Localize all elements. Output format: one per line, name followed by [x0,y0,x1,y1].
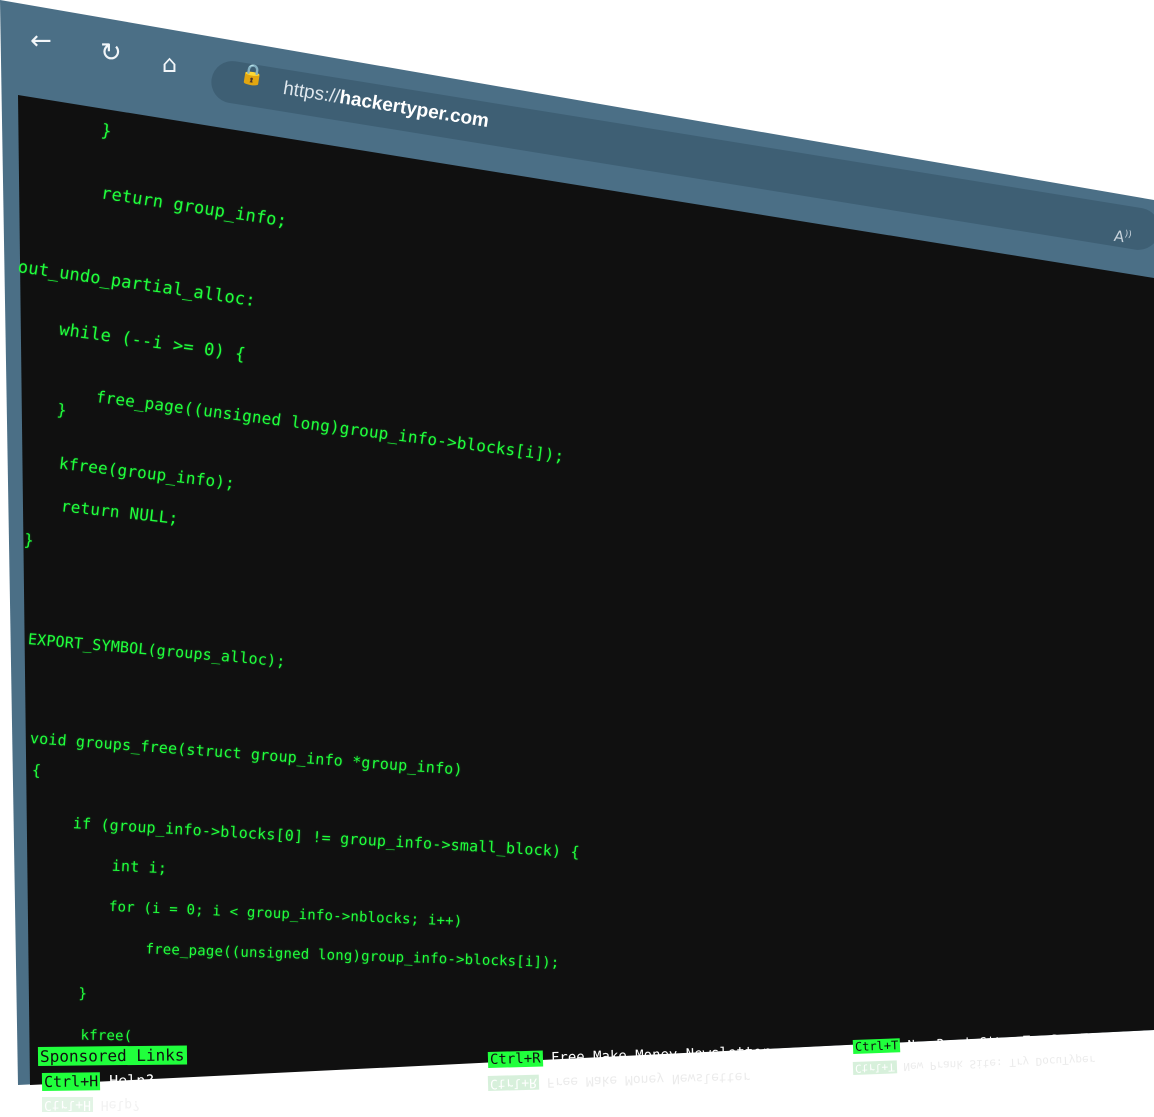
prank-key-reflection: Ctrl+T [852,1060,897,1075]
refresh-icon[interactable]: ↻ [100,40,122,66]
help-label-reflection: Help? [100,1097,140,1112]
help-reflection: Ctrl+H Help? [42,1097,140,1112]
prank-label-reflection: New Prank Site: Try DocuTyper [903,1052,1096,1074]
screenshot-stage: ← ↻ ⌂ 🔒 https://hackertyper.com A)) } re… [0,0,1154,1117]
help-key-reflection: Ctrl+H [42,1097,93,1112]
help-label[interactable]: Help? [109,1071,154,1090]
code-line: } [23,530,35,550]
back-arrow-icon[interactable]: ← [30,28,52,54]
newsletter-reflection: Ctrl+R Free Make Money Newsletter [487,1068,751,1091]
newsletter-key-badge: Ctrl+R [487,1050,543,1068]
sponsored-links-label[interactable]: Sponsored Links [37,1045,187,1066]
lock-icon[interactable]: 🔒 [238,60,266,88]
newsletter-key-reflection: Ctrl+R [487,1074,540,1091]
help-shortcut[interactable]: Ctrl+H Help? [41,1071,154,1091]
code-line: } [43,985,88,1003]
read-aloud-icon[interactable]: A)) [1113,227,1133,247]
help-key-badge: Ctrl+H [41,1072,101,1091]
newsletter-label-reflection: Free Make Money Newsletter [546,1068,751,1090]
code-line: { [31,760,42,780]
home-icon[interactable]: ⌂ [162,52,177,76]
sponsored-links[interactable]: Sponsored Links [37,1045,187,1066]
prank-reflection: Ctrl+T New Prank Site: Try DocuTyper [852,1052,1096,1075]
prank-key-badge: Ctrl+T [852,1038,901,1054]
code-line: kfree( [45,1027,133,1045]
